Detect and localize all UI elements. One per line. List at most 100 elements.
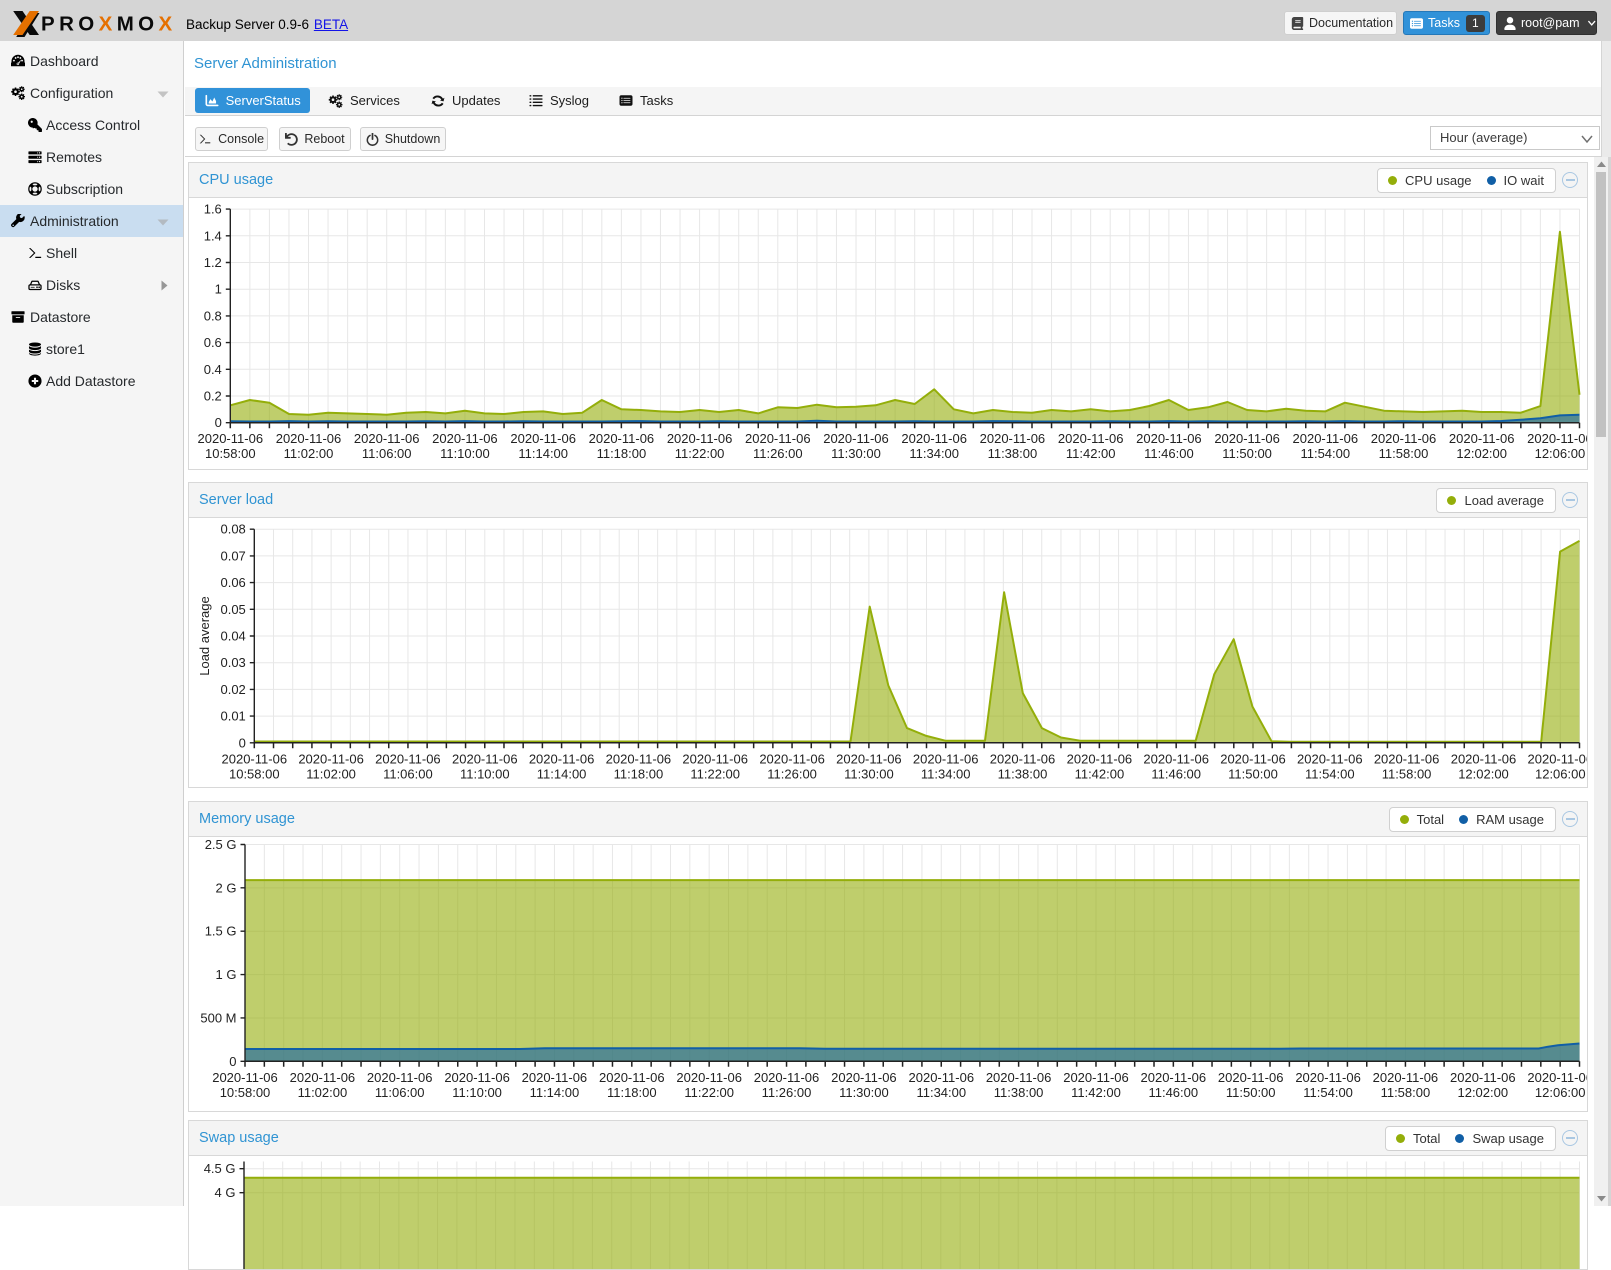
svg-text:Load average: Load average bbox=[197, 596, 212, 676]
svg-text:2020-11-06: 2020-11-06 bbox=[754, 1070, 820, 1085]
svg-text:11:18:00: 11:18:00 bbox=[607, 1085, 657, 1100]
svg-text:500 M: 500 M bbox=[200, 1010, 236, 1025]
svg-text:2020-11-06: 2020-11-06 bbox=[606, 751, 672, 766]
svg-text:11:34:00: 11:34:00 bbox=[921, 766, 971, 781]
svg-text:11:30:00: 11:30:00 bbox=[839, 1085, 889, 1100]
svg-text:11:30:00: 11:30:00 bbox=[831, 446, 881, 461]
svg-text:11:58:00: 11:58:00 bbox=[1382, 766, 1432, 781]
svg-text:0.03: 0.03 bbox=[220, 655, 245, 670]
svg-text:2020-11-06: 2020-11-06 bbox=[759, 751, 825, 766]
svg-text:0: 0 bbox=[215, 415, 222, 430]
svg-text:2020-11-06: 2020-11-06 bbox=[831, 1070, 897, 1085]
svg-text:11:50:00: 11:50:00 bbox=[1226, 1085, 1276, 1100]
svg-text:11:06:00: 11:06:00 bbox=[362, 446, 412, 461]
svg-text:11:22:00: 11:22:00 bbox=[675, 446, 725, 461]
svg-text:1 G: 1 G bbox=[216, 967, 237, 982]
svg-text:2020-11-06: 2020-11-06 bbox=[298, 751, 364, 766]
svg-text:11:50:00: 11:50:00 bbox=[1228, 766, 1278, 781]
svg-text:2020-11-06: 2020-11-06 bbox=[1293, 431, 1359, 446]
svg-text:0.07: 0.07 bbox=[220, 548, 245, 563]
svg-text:11:42:00: 11:42:00 bbox=[1066, 446, 1116, 461]
svg-text:PROXMOX: PROXMOX bbox=[41, 13, 177, 36]
svg-text:2020-11-06: 2020-11-06 bbox=[222, 751, 288, 766]
svg-text:2020-11-06: 2020-11-06 bbox=[901, 431, 967, 446]
svg-text:11:58:00: 11:58:00 bbox=[1379, 446, 1429, 461]
svg-text:2020-11-06: 2020-11-06 bbox=[599, 1070, 665, 1085]
svg-text:1.6: 1.6 bbox=[204, 202, 222, 217]
svg-text:2020-11-06: 2020-11-06 bbox=[1063, 1070, 1129, 1085]
svg-text:11:22:00: 11:22:00 bbox=[690, 766, 740, 781]
svg-text:12:02:00: 12:02:00 bbox=[1458, 766, 1509, 781]
svg-text:0.4: 0.4 bbox=[204, 362, 222, 377]
svg-text:0.2: 0.2 bbox=[204, 389, 222, 404]
svg-text:0.01: 0.01 bbox=[220, 709, 245, 724]
svg-text:2020-11-06: 2020-11-06 bbox=[1527, 431, 1587, 446]
svg-text:2020-11-06: 2020-11-06 bbox=[980, 431, 1046, 446]
svg-text:2020-11-06: 2020-11-06 bbox=[444, 1070, 510, 1085]
svg-text:11:34:00: 11:34:00 bbox=[909, 446, 959, 461]
svg-text:0.02: 0.02 bbox=[220, 682, 245, 697]
svg-text:11:58:00: 11:58:00 bbox=[1381, 1085, 1431, 1100]
svg-text:2020-11-06: 2020-11-06 bbox=[667, 431, 733, 446]
svg-text:2020-11-06: 2020-11-06 bbox=[198, 431, 264, 446]
svg-text:2020-11-06: 2020-11-06 bbox=[1374, 751, 1440, 766]
svg-text:11:38:00: 11:38:00 bbox=[988, 446, 1038, 461]
svg-text:2020-11-06: 2020-11-06 bbox=[990, 751, 1056, 766]
svg-text:11:46:00: 11:46:00 bbox=[1148, 1085, 1198, 1100]
svg-text:11:34:00: 11:34:00 bbox=[916, 1085, 966, 1100]
svg-text:0.04: 0.04 bbox=[220, 629, 245, 644]
svg-text:11:26:00: 11:26:00 bbox=[762, 1085, 812, 1100]
svg-text:4 G: 4 G bbox=[215, 1185, 236, 1200]
svg-text:2020-11-06: 2020-11-06 bbox=[1295, 1070, 1361, 1085]
svg-text:11:02:00: 11:02:00 bbox=[284, 446, 334, 461]
svg-text:4.5 G: 4.5 G bbox=[204, 1161, 236, 1176]
svg-text:2020-11-06: 2020-11-06 bbox=[367, 1070, 433, 1085]
svg-text:0: 0 bbox=[239, 735, 246, 750]
svg-text:2020-11-06: 2020-11-06 bbox=[823, 431, 889, 446]
svg-text:2020-11-06: 2020-11-06 bbox=[1214, 431, 1280, 446]
svg-text:11:18:00: 11:18:00 bbox=[614, 766, 664, 781]
svg-text:0.05: 0.05 bbox=[220, 602, 245, 617]
svg-text:2020-11-06: 2020-11-06 bbox=[1527, 1070, 1587, 1085]
svg-text:2020-11-06: 2020-11-06 bbox=[375, 751, 441, 766]
svg-text:2020-11-06: 2020-11-06 bbox=[1218, 1070, 1284, 1085]
svg-text:0.8: 0.8 bbox=[204, 308, 222, 323]
svg-text:11:14:00: 11:14:00 bbox=[518, 446, 568, 461]
svg-text:2020-11-06: 2020-11-06 bbox=[432, 431, 498, 446]
svg-text:11:26:00: 11:26:00 bbox=[753, 446, 803, 461]
svg-text:12:02:00: 12:02:00 bbox=[1457, 1085, 1508, 1100]
svg-text:11:38:00: 11:38:00 bbox=[998, 766, 1048, 781]
svg-text:2020-11-06: 2020-11-06 bbox=[1528, 751, 1587, 766]
svg-text:11:06:00: 11:06:00 bbox=[383, 766, 433, 781]
svg-text:2020-11-06: 2020-11-06 bbox=[682, 751, 748, 766]
svg-text:2.5 G: 2.5 G bbox=[205, 837, 237, 852]
svg-text:2020-11-06: 2020-11-06 bbox=[1449, 431, 1515, 446]
svg-text:12:06:00: 12:06:00 bbox=[1535, 1085, 1586, 1100]
svg-text:2020-11-06: 2020-11-06 bbox=[452, 751, 518, 766]
svg-text:10:58:00: 10:58:00 bbox=[220, 1085, 271, 1100]
svg-text:11:46:00: 11:46:00 bbox=[1144, 446, 1194, 461]
svg-text:11:14:00: 11:14:00 bbox=[530, 1085, 580, 1100]
svg-text:11:38:00: 11:38:00 bbox=[994, 1085, 1044, 1100]
svg-text:2020-11-06: 2020-11-06 bbox=[276, 431, 342, 446]
svg-text:2020-11-06: 2020-11-06 bbox=[1297, 751, 1363, 766]
svg-text:0: 0 bbox=[229, 1054, 236, 1069]
svg-text:11:54:00: 11:54:00 bbox=[1300, 446, 1350, 461]
svg-text:2020-11-06: 2020-11-06 bbox=[909, 1070, 975, 1085]
svg-text:1: 1 bbox=[215, 282, 222, 297]
svg-text:11:30:00: 11:30:00 bbox=[844, 766, 894, 781]
svg-text:2020-11-06: 2020-11-06 bbox=[1220, 751, 1286, 766]
svg-text:2020-11-06: 2020-11-06 bbox=[1058, 431, 1124, 446]
svg-text:11:42:00: 11:42:00 bbox=[1075, 766, 1125, 781]
svg-text:2020-11-06: 2020-11-06 bbox=[745, 431, 811, 446]
svg-text:2020-11-06: 2020-11-06 bbox=[290, 1070, 356, 1085]
svg-text:0.6: 0.6 bbox=[204, 335, 222, 350]
svg-text:11:46:00: 11:46:00 bbox=[1151, 766, 1201, 781]
svg-text:2020-11-06: 2020-11-06 bbox=[986, 1070, 1052, 1085]
svg-text:11:14:00: 11:14:00 bbox=[537, 766, 587, 781]
svg-text:2020-11-06: 2020-11-06 bbox=[212, 1070, 278, 1085]
svg-text:2020-11-06: 2020-11-06 bbox=[1067, 751, 1133, 766]
svg-text:11:54:00: 11:54:00 bbox=[1305, 766, 1355, 781]
svg-text:11:22:00: 11:22:00 bbox=[684, 1085, 734, 1100]
svg-text:2020-11-06: 2020-11-06 bbox=[354, 431, 420, 446]
